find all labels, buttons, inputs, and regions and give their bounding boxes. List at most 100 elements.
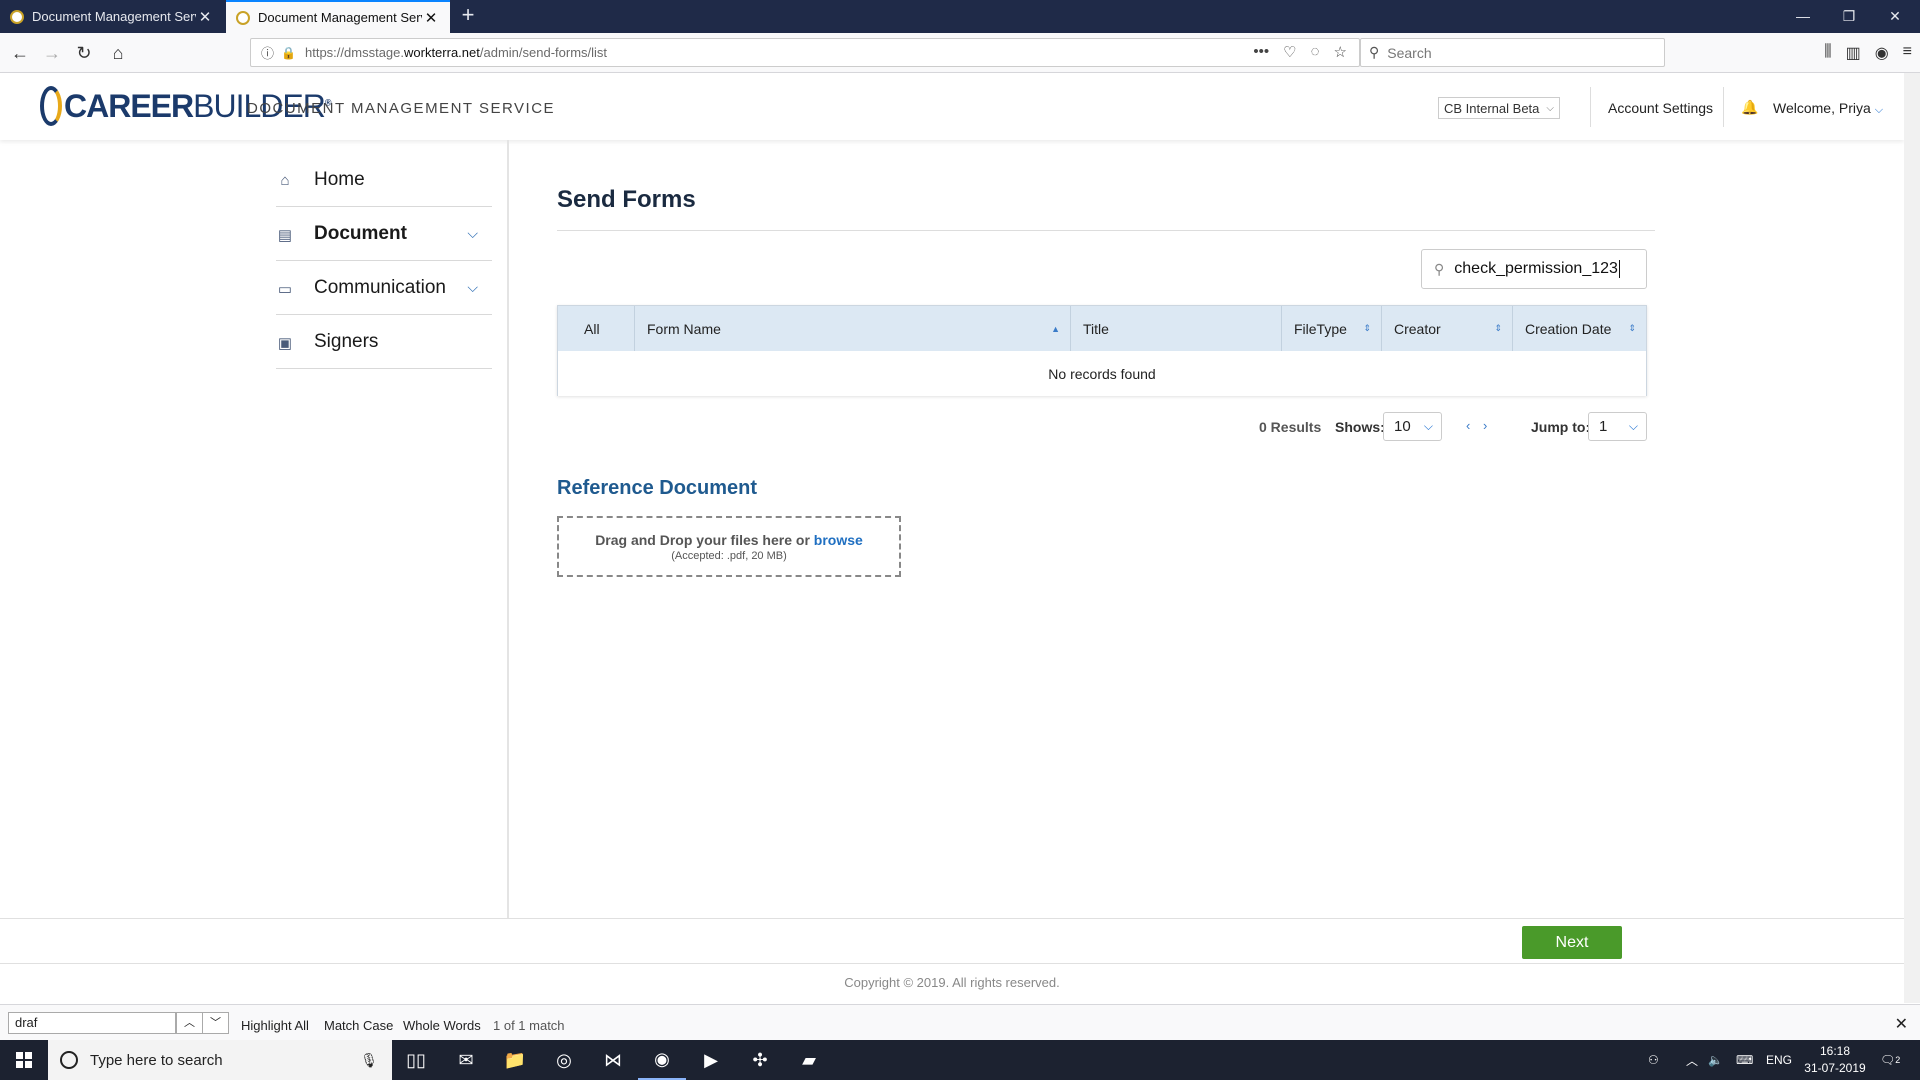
whole-words-toggle[interactable]: Whole Words — [403, 1018, 481, 1033]
service-title: DOCUMENT MANAGEMENT SERVICE — [247, 100, 556, 117]
home-browser-icon[interactable]: ⌂ — [104, 39, 132, 67]
next-page-icon[interactable]: › — [1483, 418, 1487, 433]
task-view-icon[interactable]: ▯▯ — [392, 1040, 440, 1080]
browser-search-placeholder: Search — [1387, 44, 1432, 61]
cortana-icon — [60, 1051, 78, 1069]
pocket-icon[interactable]: ♡ — [1283, 43, 1296, 61]
start-button[interactable] — [0, 1040, 48, 1080]
chevron-down-icon: ⌵ — [467, 225, 478, 241]
chrome-icon[interactable]: ◎ — [540, 1040, 588, 1080]
action-bar: Next — [0, 918, 1904, 964]
browser-search-box[interactable]: ⚲ Search — [1360, 38, 1665, 67]
reload-icon[interactable]: ↻ — [70, 39, 98, 67]
action-center-icon[interactable]: 🗨 2 — [1880, 1040, 1900, 1080]
find-match-status: 1 of 1 match — [493, 1018, 565, 1033]
chevron-down-icon: ⌵ — [1874, 104, 1884, 116]
address-bar[interactable]: ⓘ 🔒 https://dmsstage.workterra.net/admin… — [250, 38, 1360, 67]
file-dropzone[interactable]: Drag and Drop your files here or browse … — [557, 516, 901, 577]
close-tab-icon[interactable]: ✕ — [196, 8, 214, 26]
sort-asc-icon: ▲ — [1051, 323, 1060, 334]
site-info-icon[interactable]: ⓘ — [261, 43, 281, 62]
sidebar-item-communication[interactable]: ▭ Communication ⌵ — [276, 261, 492, 315]
jump-to-select[interactable]: 1 ⌵ — [1588, 412, 1647, 441]
jump-label: Jump to: — [1531, 419, 1591, 435]
mail-app-icon[interactable]: ✉ — [442, 1040, 490, 1080]
close-icon[interactable]: ✕ — [1895, 1014, 1908, 1034]
next-button[interactable]: Next — [1522, 926, 1622, 959]
find-next-icon[interactable]: ﹀ — [202, 1012, 229, 1034]
menu-icon[interactable]: ≡ — [1903, 43, 1912, 63]
sidebar-item-document[interactable]: ▤ Document ⌵ — [276, 207, 492, 261]
forward-icon[interactable]: → — [38, 39, 66, 67]
find-input[interactable]: draf — [8, 1012, 176, 1034]
back-icon[interactable]: ← — [6, 39, 34, 67]
sidebar-item-signers[interactable]: ▣ Signers — [276, 315, 492, 369]
find-previous-icon[interactable]: ︿ — [176, 1012, 203, 1034]
user-menu[interactable]: Welcome, Priya ⌵ — [1773, 100, 1883, 117]
people-icon[interactable]: ⚇ — [1648, 1040, 1659, 1080]
keyboard-icon[interactable]: ⌨ — [1736, 1040, 1753, 1080]
reader-icon[interactable]: ◌ — [1311, 43, 1320, 61]
bell-icon[interactable]: 🔔 — [1741, 99, 1758, 116]
sidebar-item-home[interactable]: ⌂ Home — [276, 153, 492, 207]
minimize-window-icon[interactable]: — — [1780, 0, 1826, 33]
account-icon[interactable]: ◉ — [1875, 43, 1889, 63]
firefox-icon[interactable]: ◉ — [638, 1040, 686, 1080]
microphone-icon[interactable]: 🎙 — [360, 1052, 378, 1069]
app-header: CAREERBUILDER® DOCUMENT MANAGEMENT SERVI… — [0, 73, 1904, 140]
column-form-name[interactable]: Form Name ▲ — [635, 306, 1071, 351]
prev-page-icon[interactable]: ‹ — [1466, 418, 1470, 433]
sort-icon: ⇕ — [1494, 323, 1502, 333]
tab-label: Document Management Servic — [32, 9, 196, 24]
column-creator[interactable]: Creator ⇕ — [1382, 306, 1513, 351]
environment-select[interactable]: CB Internal Beta ⌵ — [1438, 97, 1560, 119]
close-tab-icon[interactable]: ✕ — [422, 9, 440, 27]
form-search-input[interactable]: ⚲ check_permission_123 — [1421, 249, 1647, 289]
media-app-icon[interactable]: ▶ — [687, 1040, 735, 1080]
system-clock[interactable]: 16:18 31-07-2019 — [1800, 1043, 1870, 1077]
library-icon[interactable]: ⫼ — [1824, 43, 1831, 63]
account-settings-link[interactable]: Account Settings — [1608, 100, 1713, 116]
browser-tab-2[interactable]: Document Management Servic ✕ — [226, 0, 450, 33]
browser-tab-1[interactable]: Document Management Servic ✕ — [0, 0, 224, 33]
match-case-toggle[interactable]: Match Case — [324, 1018, 393, 1033]
windows-taskbar: Type here to search 🎙 ▯▯ ✉ 📁 ◎ ⋈ ◉ ▶ ✣ ▰… — [0, 1040, 1920, 1080]
document-icon: ▤ — [277, 226, 293, 244]
sidebar-toggle-icon[interactable]: ▥ — [1846, 43, 1861, 63]
taskbar-search[interactable]: Type here to search 🎙 — [48, 1040, 392, 1080]
accepted-formats: (Accepted: .pdf, 20 MB) — [671, 549, 787, 562]
page-scrollbar[interactable] — [1904, 73, 1920, 1003]
forms-table: All Form Name ▲ Title FileType ⇕ Creator ⇕ … — [557, 305, 1647, 396]
chevron-down-icon: ⌵ — [467, 279, 478, 295]
page-size-select[interactable]: 10 ⌵ — [1383, 412, 1442, 441]
find-bar: draf ︿ ﹀ Highlight All Match Case Whole … — [0, 1004, 1920, 1040]
tab-label: Document Management Servic — [258, 10, 422, 25]
restore-window-icon[interactable]: ❐ — [1826, 0, 1872, 33]
bookmark-star-icon[interactable]: ☆ — [1334, 43, 1347, 61]
logo-mark-icon — [40, 86, 62, 126]
highlight-all-toggle[interactable]: Highlight All — [241, 1018, 309, 1033]
search-icon: ⚲ — [1369, 44, 1380, 60]
slack-icon[interactable]: ✣ — [736, 1040, 784, 1080]
file-explorer-icon[interactable]: 📁 — [491, 1040, 539, 1080]
new-tab-button[interactable]: + — [456, 4, 480, 28]
chat-icon: ▭ — [277, 280, 293, 298]
column-title[interactable]: Title — [1071, 306, 1282, 351]
page-actions-icon[interactable]: ••• — [1253, 43, 1269, 61]
table-header: All Form Name ▲ Title FileType ⇕ Creator ⇕ … — [558, 306, 1646, 351]
code-editor-icon[interactable]: ⋈ — [589, 1040, 637, 1080]
page-title: Send Forms — [557, 186, 696, 213]
column-creation-date[interactable]: Creation Date ⇕ — [1513, 306, 1646, 351]
language-indicator[interactable]: ENG — [1766, 1040, 1792, 1080]
close-window-icon[interactable]: ✕ — [1872, 0, 1918, 33]
volume-icon[interactable]: 🔈 — [1708, 1040, 1723, 1080]
column-all[interactable]: All — [558, 306, 635, 351]
browse-link[interactable]: browse — [814, 532, 863, 548]
site-favicon-icon — [10, 9, 24, 24]
tray-overflow-icon[interactable]: ︿ — [1686, 1040, 1698, 1080]
results-count: 0 Results — [1259, 419, 1322, 435]
home-icon: ⌂ — [280, 171, 290, 189]
column-filetype[interactable]: FileType ⇕ — [1282, 306, 1382, 351]
notes-app-icon[interactable]: ▰ — [785, 1040, 833, 1080]
sort-icon: ⇕ — [1628, 323, 1636, 333]
